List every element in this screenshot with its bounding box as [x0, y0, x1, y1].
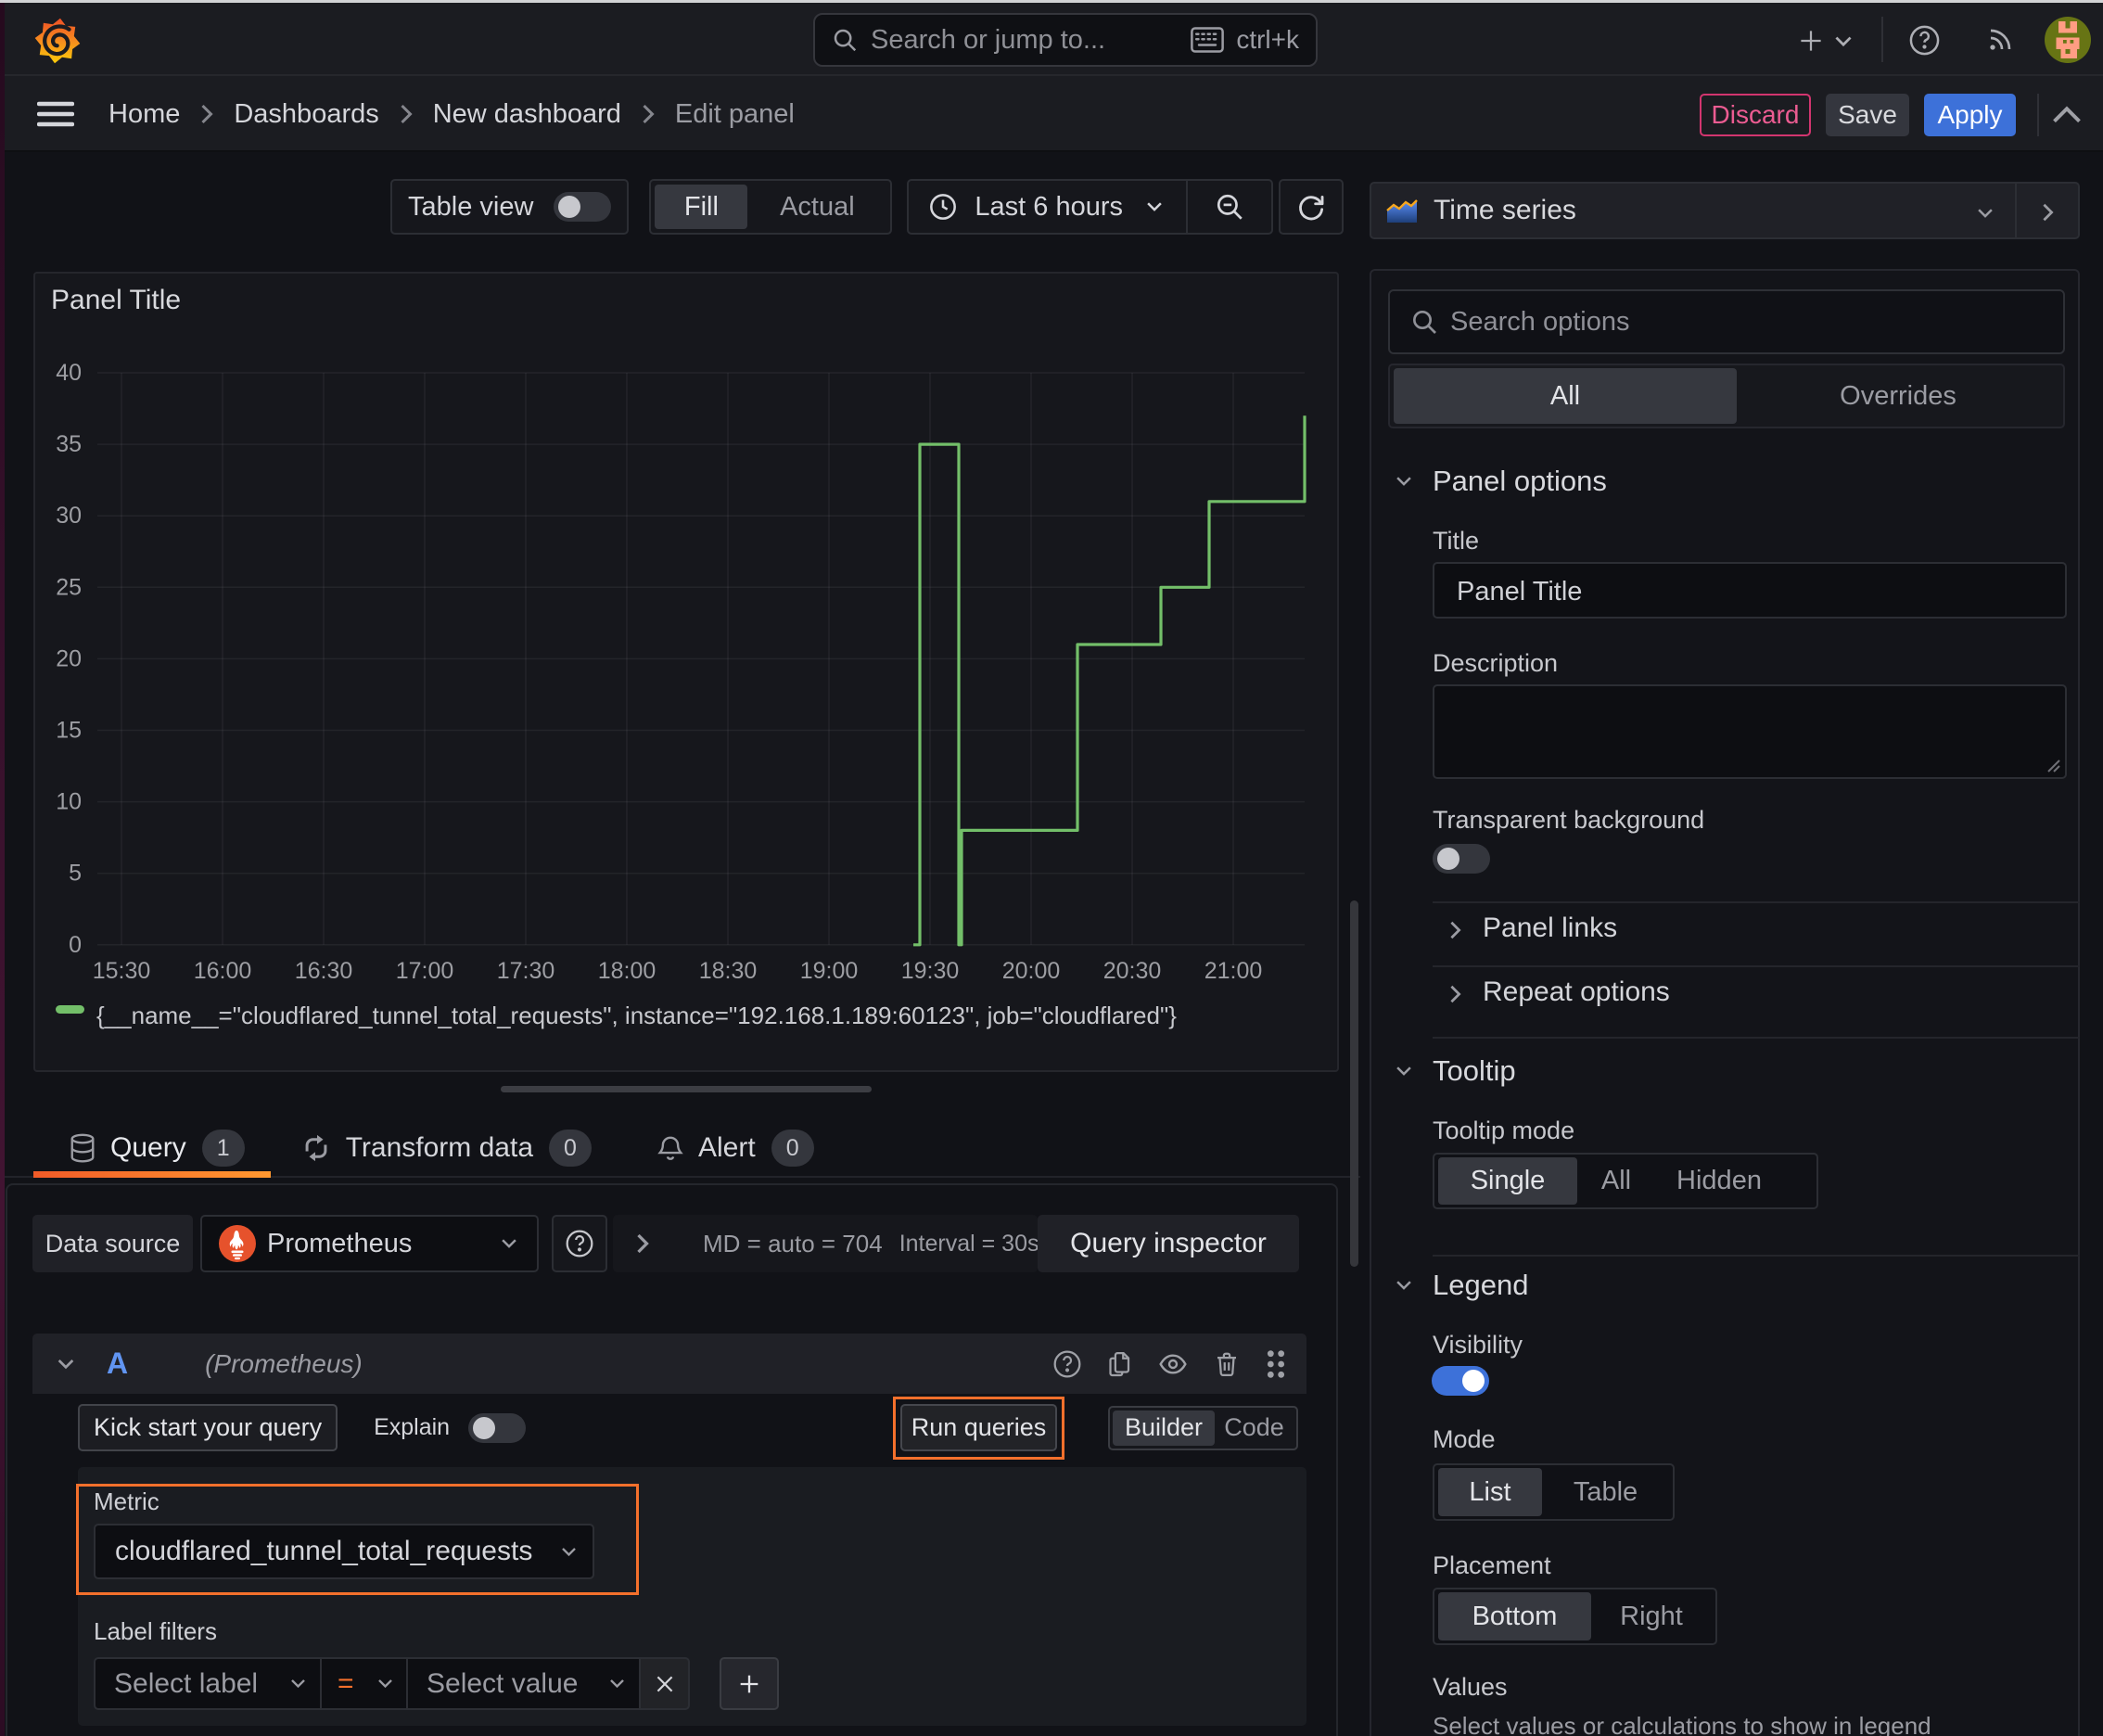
svg-text:18:00: 18:00: [598, 958, 656, 984]
svg-text:5: 5: [69, 861, 82, 887]
svg-text:19:30: 19:30: [901, 958, 960, 984]
svg-text:15:30: 15:30: [93, 958, 151, 984]
svg-text:{__name__="cloudflared_tunnel_: {__name__="cloudflared_tunnel_total_requ…: [96, 1002, 1177, 1029]
svg-text:10: 10: [56, 789, 82, 815]
svg-text:40: 40: [56, 360, 82, 386]
svg-text:16:00: 16:00: [194, 958, 252, 984]
svg-text:20:30: 20:30: [1103, 958, 1162, 984]
svg-text:15: 15: [56, 718, 82, 744]
svg-text:19:00: 19:00: [800, 958, 859, 984]
svg-text:17:00: 17:00: [396, 958, 454, 984]
svg-text:35: 35: [56, 431, 82, 457]
svg-text:25: 25: [56, 574, 82, 600]
svg-text:21:00: 21:00: [1204, 958, 1263, 984]
svg-text:16:30: 16:30: [295, 958, 353, 984]
svg-text:20: 20: [56, 645, 82, 671]
svg-text:20:00: 20:00: [1002, 958, 1061, 984]
svg-text:0: 0: [69, 932, 82, 958]
svg-text:17:30: 17:30: [497, 958, 555, 984]
svg-text:18:30: 18:30: [699, 958, 758, 984]
svg-text:30: 30: [56, 503, 82, 529]
